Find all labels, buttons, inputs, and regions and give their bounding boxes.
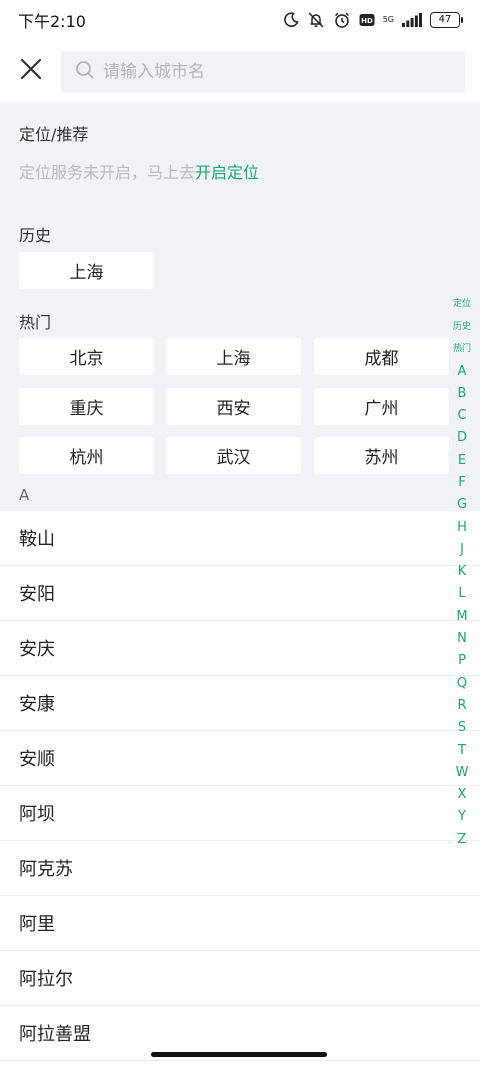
index-letter[interactable]: R <box>457 695 466 717</box>
hot-city-chip[interactable]: 武汉 <box>166 437 301 474</box>
locate-title: 定位/推荐 <box>19 125 89 144</box>
city-list: 鞍山 安阳 安庆 安康 安顺 阿坝 阿克苏 阿里 阿拉尔 阿拉善盟 <box>0 511 480 1061</box>
index-letter[interactable]: S <box>458 717 466 739</box>
status-icons: HD 5G 47 <box>283 11 463 29</box>
list-item[interactable]: 安庆 <box>0 621 480 676</box>
hot-city-chip[interactable]: 西安 <box>166 388 301 425</box>
index-letter[interactable]: H <box>457 517 467 539</box>
alarm-icon <box>333 11 351 29</box>
index-letter[interactable]: F <box>458 472 465 494</box>
index-letter[interactable]: T <box>458 740 466 762</box>
hot-city-chip[interactable]: 成都 <box>314 338 449 375</box>
index-letter[interactable]: N <box>457 628 467 650</box>
list-item[interactable]: 安阳 <box>0 566 480 621</box>
hot-city-chip[interactable]: 苏州 <box>314 437 449 474</box>
search-icon <box>75 60 95 84</box>
list-item[interactable]: 鞍山 <box>0 511 480 566</box>
index-letter[interactable]: M <box>456 606 467 628</box>
index-letter[interactable]: D <box>457 427 467 449</box>
locate-hint-text: 定位服务未开启，马上去 <box>19 163 196 182</box>
index-item-hot[interactable]: 热门 <box>453 338 471 361</box>
index-letter[interactable]: Z <box>458 829 467 851</box>
locate-hint: 定位服务未开启，马上去开启定位 <box>19 159 259 183</box>
close-icon <box>20 58 42 84</box>
index-letter[interactable]: B <box>458 383 467 405</box>
search-header <box>0 40 480 102</box>
alphabet-index-bar[interactable]: 定位 历史 热门 A B C D E F G H J K L M N P Q R… <box>447 293 477 851</box>
hot-city-chip[interactable]: 杭州 <box>19 437 154 474</box>
status-time: 下午2:10 <box>18 12 86 31</box>
index-letter[interactable]: Q <box>457 673 467 695</box>
list-item[interactable]: 阿里 <box>0 896 480 951</box>
list-item[interactable]: 阿坝 <box>0 786 480 841</box>
hot-city-chip[interactable]: 重庆 <box>19 388 154 425</box>
index-letter[interactable]: A <box>458 361 467 383</box>
list-item[interactable]: 安康 <box>0 676 480 731</box>
letter-section-header: A <box>19 486 30 504</box>
status-bar: 下午2:10 HD 5G 47 <box>0 0 480 40</box>
index-letter[interactable]: G <box>457 494 467 516</box>
moon-icon <box>283 12 299 28</box>
history-title: 历史 <box>19 226 52 245</box>
search-input[interactable] <box>103 62 443 82</box>
history-city-chip[interactable]: 上海 <box>19 252 154 289</box>
index-letter[interactable]: Y <box>458 806 466 828</box>
list-item[interactable]: 阿拉尔 <box>0 951 480 1006</box>
enable-location-link[interactable]: 开启定位 <box>195 163 259 182</box>
index-item-locate[interactable]: 定位 <box>453 293 471 316</box>
index-letter[interactable]: W <box>456 762 469 784</box>
network-label: 5G <box>382 15 394 24</box>
home-indicator[interactable] <box>151 1052 327 1057</box>
muted-bell-icon <box>307 11 325 29</box>
index-letter[interactable]: E <box>458 450 466 472</box>
close-button[interactable] <box>14 54 48 88</box>
index-letter[interactable]: J <box>460 539 464 561</box>
hd-icon: HD <box>359 13 375 27</box>
index-letter[interactable]: X <box>458 784 467 806</box>
signal-icon <box>402 13 422 27</box>
index-letter[interactable]: P <box>458 650 466 672</box>
list-item[interactable]: 安顺 <box>0 731 480 786</box>
index-letter[interactable]: L <box>458 583 465 605</box>
index-item-history[interactable]: 历史 <box>453 316 471 339</box>
list-item[interactable]: 阿克苏 <box>0 841 480 896</box>
battery-icon: 47 <box>430 12 463 28</box>
hot-city-chip[interactable]: 北京 <box>19 338 154 375</box>
index-letter[interactable]: C <box>457 405 466 427</box>
hot-city-chip[interactable]: 广州 <box>314 388 449 425</box>
hot-city-chip[interactable]: 上海 <box>166 338 301 375</box>
search-box[interactable] <box>61 51 465 93</box>
index-letter[interactable]: K <box>458 561 467 583</box>
svg-text:HD: HD <box>361 17 373 25</box>
top-panel: 定位/推荐 定位服务未开启，马上去开启定位 历史 上海 热门 北京 上海 成都 … <box>0 102 480 511</box>
hot-title: 热门 <box>19 313 52 332</box>
